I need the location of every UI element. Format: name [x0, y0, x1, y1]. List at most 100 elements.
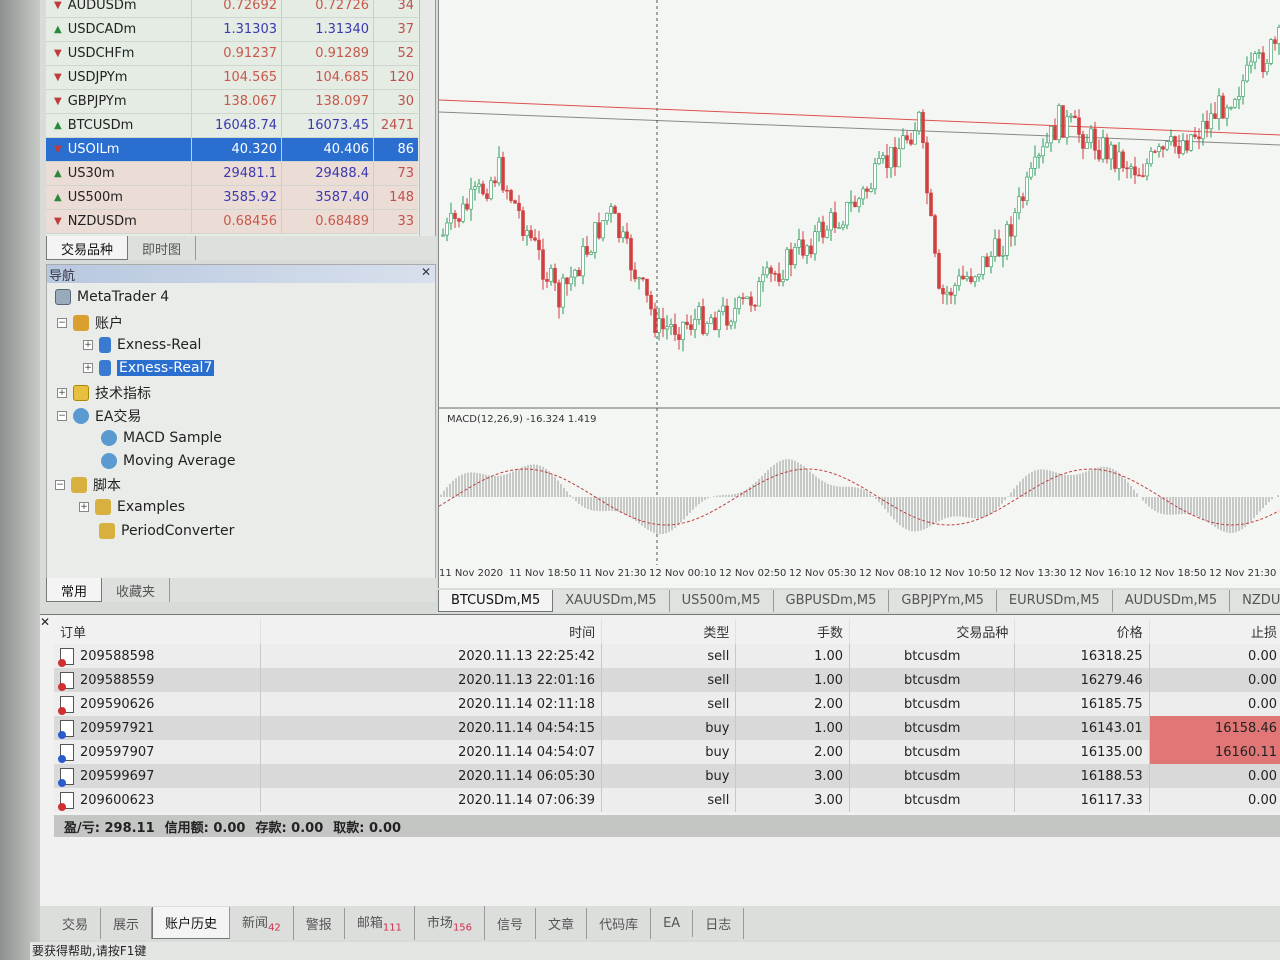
table-row[interactable]: 209588559 2020.11.13 22:01:16 sell 1.00 btcu… — [54, 668, 1280, 692]
candle-body — [1021, 196, 1025, 202]
chart-tab[interactable]: NZDUSD — [1230, 590, 1280, 612]
terminal-tab[interactable]: 展示 — [101, 907, 153, 939]
order-id-cell: 209600623 — [54, 788, 262, 812]
ask-cell: 0.91289 — [281, 42, 373, 65]
market-watch-tabs: 交易品种 即时图 — [46, 236, 436, 260]
terminal-tab[interactable]: 警报 — [294, 907, 345, 939]
tab-count-badge: 42 — [268, 922, 281, 934]
tab-symbols[interactable]: 交易品种 — [46, 236, 129, 260]
terminal-tab[interactable]: 账户历史 — [152, 907, 231, 939]
column-header[interactable]: 交易品种 — [849, 619, 1016, 644]
tree-experts[interactable]: − EA交易 — [57, 406, 141, 426]
tab-favorites[interactable]: 收藏夹 — [102, 578, 171, 602]
candle-body — [1173, 136, 1177, 147]
tree-indicators[interactable]: + 技术指标 — [57, 383, 151, 403]
market-watch-row[interactable]: ▲ US500m 3585.92 3587.40 148 — [46, 186, 418, 210]
market-watch-row[interactable]: ▼ USDJPYm 104.565 104.685 120 — [46, 66, 418, 90]
time-cell: 2020.11.14 02:11:18 — [260, 692, 603, 716]
tree-script-examples[interactable]: + Examples — [79, 499, 185, 515]
chart-window[interactable]: MACD(12,26,9) -16.324 1.419 11 Nov 2020 1… — [438, 0, 1280, 588]
scrollbar[interactable] — [419, 0, 435, 236]
candlestick-chart[interactable] — [438, 0, 1280, 588]
symbol-cell: ▲ US500m — [46, 186, 191, 209]
tab-common[interactable]: 常用 — [46, 578, 103, 602]
table-row[interactable]: 209588598 2020.11.13 22:25:42 sell 1.00 btcu… — [54, 644, 1280, 668]
terminal-tab[interactable]: 代码库 — [587, 907, 652, 939]
terminal-tab[interactable]: 新闻42 — [230, 906, 294, 940]
tree-script-periodconverter[interactable]: PeriodConverter — [99, 523, 234, 539]
expand-icon[interactable]: + — [79, 502, 89, 512]
time-cell: 2020.11.14 04:54:07 — [260, 740, 603, 764]
tab-tick-chart[interactable]: 即时图 — [128, 236, 197, 260]
chart-tab[interactable]: GBPUSDm,M5 — [774, 590, 890, 612]
expand-icon[interactable]: + — [83, 363, 93, 373]
sl-cell: 16160.11 — [1149, 740, 1280, 764]
order-id-cell: 209599697 — [54, 764, 262, 788]
ask-cell: 138.097 — [281, 90, 373, 113]
ask-cell: 0.68489 — [281, 210, 373, 233]
candle-body — [973, 276, 977, 283]
terminal-tab[interactable]: 信号 — [485, 907, 537, 939]
column-header[interactable]: 类型 — [601, 619, 737, 644]
table-row[interactable]: 209600623 2020.11.14 07:06:39 sell 3.00 btcu… — [54, 788, 1280, 812]
tree-accounts[interactable]: − 账户 — [57, 313, 123, 333]
candle-body — [997, 238, 1001, 257]
bid-cell: 0.91237 — [191, 42, 281, 65]
collapse-icon[interactable]: − — [57, 318, 67, 328]
market-watch-row[interactable]: ▲ BTCUSDm 16048.74 16073.45 2471 — [46, 114, 418, 138]
tree-root[interactable]: MetaTrader 4 — [55, 289, 169, 305]
terminal-tab[interactable]: 交易 — [50, 907, 102, 939]
candle-body — [625, 231, 629, 239]
market-watch-row[interactable]: ▼ AUDUSDm 0.72692 0.72726 34 — [46, 0, 418, 18]
collapse-icon[interactable]: − — [55, 480, 65, 490]
candle-body — [677, 334, 681, 340]
close-icon[interactable]: ✕ — [421, 265, 431, 279]
expand-icon[interactable]: + — [57, 388, 67, 398]
chart-tab[interactable]: GBPJPYm,M5 — [889, 590, 997, 612]
close-icon[interactable]: ✕ — [40, 615, 50, 629]
column-header[interactable]: 价格 — [1014, 619, 1150, 644]
table-row[interactable]: 209597921 2020.11.14 04:54:15 buy 1.00 btcus… — [54, 716, 1280, 740]
terminal-tab[interactable]: 文章 — [536, 907, 588, 939]
collapse-icon[interactable]: − — [57, 411, 67, 421]
table-row[interactable]: 209597907 2020.11.14 04:54:07 buy 2.00 btcus… — [54, 740, 1280, 764]
chart-tab[interactable]: XAUUSDm,M5 — [553, 590, 670, 612]
tree-account-exness-real7[interactable]: + Exness-Real7 — [83, 360, 215, 376]
tab-label: 市场 — [426, 916, 453, 932]
time-cell: 2020.11.14 07:06:39 — [260, 788, 603, 812]
terminal-tab[interactable]: 邮箱111 — [345, 906, 415, 940]
candle-body — [453, 213, 457, 219]
summary-withdrawal: 取款: 0.00 — [333, 821, 402, 836]
tree-scripts[interactable]: − 脚本 — [55, 475, 121, 495]
sl-cell: 0.00 — [1149, 644, 1280, 668]
market-watch-row[interactable]: ▼ GBPJPYm 138.067 138.097 30 — [46, 90, 418, 114]
column-header[interactable]: 手数 — [735, 619, 851, 644]
tree-expert-macd-sample[interactable]: MACD Sample — [101, 430, 222, 446]
column-header[interactable]: 订单 — [54, 619, 262, 644]
market-watch-row[interactable]: ▼ USOILm 40.320 40.406 86 — [46, 138, 418, 162]
table-row[interactable]: 209590626 2020.11.14 02:11:18 sell 2.00 btcu… — [54, 692, 1280, 716]
table-row[interactable]: 209599697 2020.11.14 06:05:30 buy 3.00 btcus… — [54, 764, 1280, 788]
chart-tab[interactable]: AUDUSDm,M5 — [1113, 590, 1231, 612]
column-header[interactable]: 时间 — [260, 619, 603, 644]
chart-tab[interactable]: EURUSDm,M5 — [997, 590, 1113, 612]
arrow-down-icon: ▼ — [54, 47, 62, 59]
column-header[interactable]: 止损 — [1149, 619, 1280, 644]
chart-tab[interactable]: US500m,M5 — [670, 590, 774, 612]
chart-tab[interactable]: BTCUSDm,M5 — [438, 590, 554, 612]
terminal-tab[interactable]: 市场156 — [415, 906, 486, 940]
expand-icon[interactable]: + — [83, 340, 93, 350]
market-watch-row[interactable]: ▼ USDCHFm 0.91237 0.91289 52 — [46, 42, 418, 66]
tree-expert-moving-average[interactable]: Moving Average — [101, 453, 236, 469]
market-watch-row[interactable]: ▲ USDCADm 1.31303 1.31340 37 — [46, 18, 418, 42]
type-cell: buy — [601, 716, 737, 740]
market-watch-row[interactable]: ▲ US30m 29481.1 29488.4 73 — [46, 162, 418, 186]
candle-body — [529, 230, 533, 239]
terminal-tab[interactable]: 日志 — [693, 907, 745, 939]
market-watch: ▼ AUDUSDm 0.72692 0.72726 34 ▲ USDCADm 1.31303 1… — [46, 0, 436, 236]
tree-account-exness-real[interactable]: + Exness-Real — [83, 337, 201, 353]
type-cell: buy — [601, 764, 737, 788]
candle-body — [1041, 146, 1045, 157]
market-watch-row[interactable]: ▼ NZDUSDm 0.68456 0.68489 33 — [46, 210, 418, 234]
terminal-tab[interactable]: EA — [651, 909, 694, 937]
